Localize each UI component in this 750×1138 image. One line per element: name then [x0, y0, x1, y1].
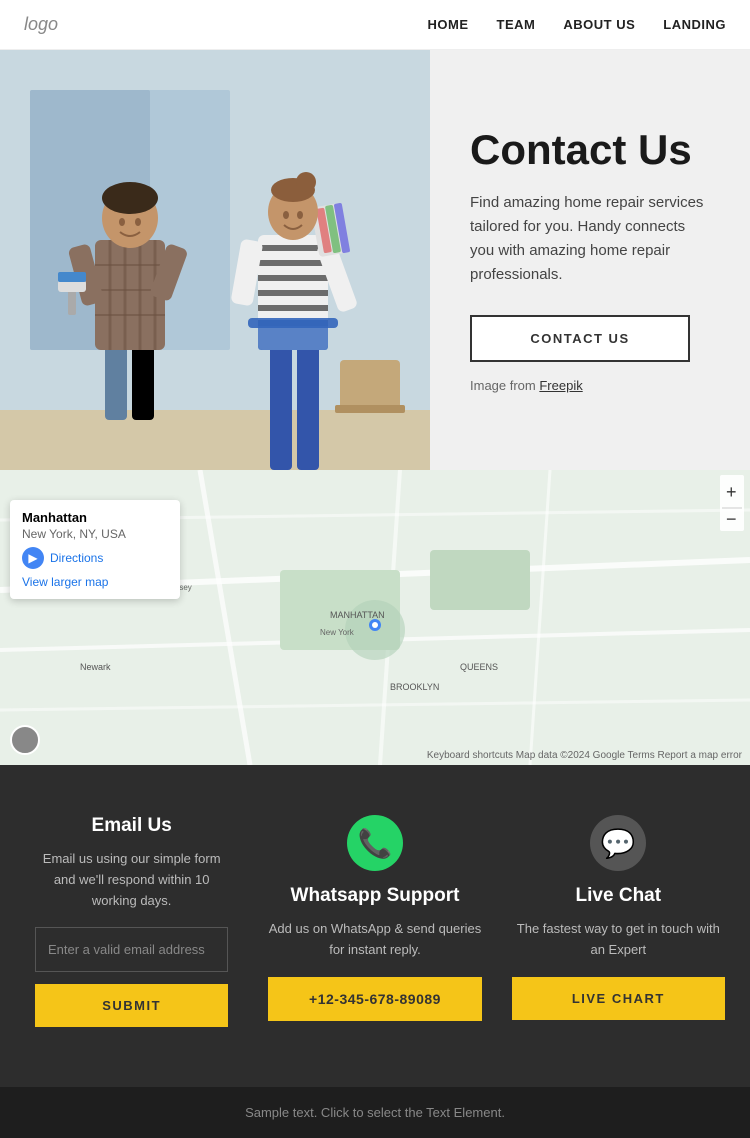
directions-icon: ▶: [22, 547, 44, 569]
email-input[interactable]: [35, 927, 228, 972]
nav-landing[interactable]: LANDING: [663, 17, 726, 32]
livechat-description: The fastest way to get in touch with an …: [512, 919, 725, 961]
directions-label[interactable]: Directions: [50, 551, 103, 565]
image-credit-prefix: Image from: [470, 378, 539, 393]
contact-grid: Email Us Email us using our simple form …: [25, 815, 725, 1027]
nav-about[interactable]: ABOUT US: [563, 17, 635, 32]
email-title: Email Us: [92, 815, 172, 837]
map-location-sub: New York, NY, USA: [22, 527, 168, 541]
map-avatar: [10, 725, 40, 755]
hero-section: Contact Us Find amazing home repair serv…: [0, 50, 750, 470]
map-location-name: Manhattan: [22, 510, 168, 525]
livechat-column: 💬 Live Chat The fastest way to get in to…: [512, 815, 725, 1027]
hero-description: Find amazing home repair services tailor…: [470, 191, 710, 287]
email-description: Email us using our simple form and we'll…: [35, 849, 228, 911]
livechat-button[interactable]: LIVE CHART: [512, 977, 725, 1020]
email-column: Email Us Email us using our simple form …: [25, 815, 238, 1027]
phone-button[interactable]: +12-345-678-89089: [268, 977, 481, 1021]
contact-section: Email Us Email us using our simple form …: [0, 765, 750, 1087]
hero-content: Contact Us Find amazing home repair serv…: [430, 50, 750, 470]
nav-home[interactable]: HOME: [428, 17, 469, 32]
footer: Sample text. Click to select the Text El…: [0, 1087, 750, 1138]
footer-sample-text[interactable]: Sample text. Click to select the Text El…: [18, 1105, 732, 1120]
hero-title: Contact Us: [470, 127, 710, 173]
whatsapp-description: Add us on WhatsApp & send queries for in…: [268, 919, 481, 961]
contact-us-button[interactable]: CONTACT US: [470, 315, 690, 362]
submit-button[interactable]: SUBMIT: [35, 984, 228, 1027]
whatsapp-title: Whatsapp Support: [291, 885, 460, 907]
directions-button[interactable]: ▶ Directions: [22, 547, 168, 569]
image-credit: Image from Freepik: [470, 378, 710, 393]
map-section: Manhattan New York, NY, USA ▶ Directions…: [0, 470, 750, 765]
whatsapp-column: 📞 Whatsapp Support Add us on WhatsApp & …: [268, 815, 481, 1027]
map-footer-text: Keyboard shortcuts Map data ©2024 Google…: [427, 750, 742, 761]
logo: logo: [24, 14, 58, 35]
whatsapp-icon: 📞: [347, 815, 403, 871]
livechat-title: Live Chat: [576, 885, 662, 907]
hero-image: [0, 50, 430, 470]
navbar: logo HOME TEAM ABOUT US LANDING: [0, 0, 750, 50]
nav-team[interactable]: TEAM: [497, 17, 536, 32]
map-popup: Manhattan New York, NY, USA ▶ Directions…: [10, 500, 180, 599]
view-larger-map-link[interactable]: View larger map: [22, 575, 168, 589]
livechat-icon: 💬: [590, 815, 646, 871]
nav-links: HOME TEAM ABOUT US LANDING: [428, 17, 726, 32]
freepik-link[interactable]: Freepik: [539, 378, 582, 393]
